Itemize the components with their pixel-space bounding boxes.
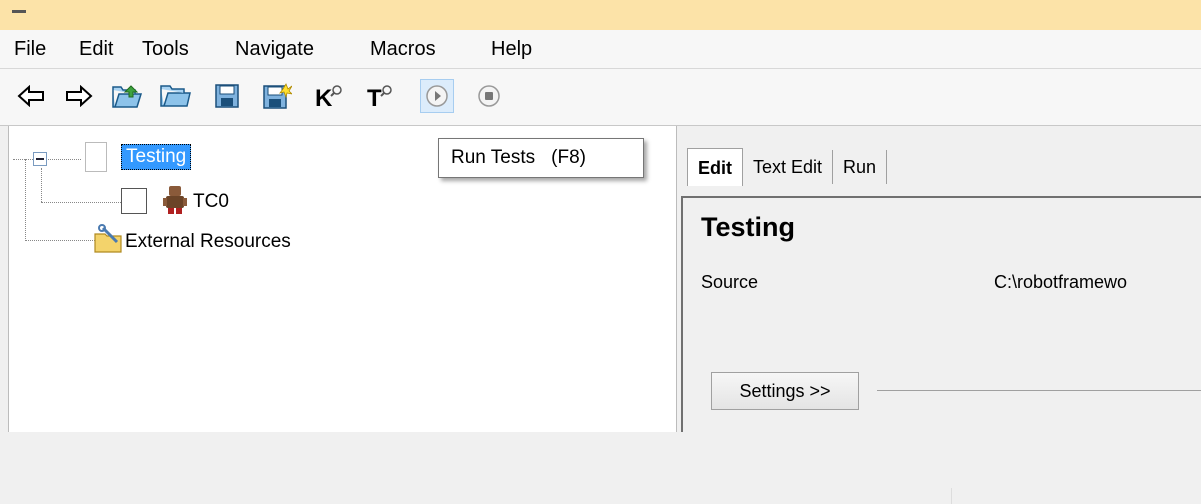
tree-item-suite[interactable]: Testing <box>121 144 192 170</box>
window-titlebar <box>0 0 1201 31</box>
menu-edit[interactable]: Edit <box>77 37 115 61</box>
tree-connector <box>25 159 26 241</box>
tree-connector <box>41 202 121 203</box>
menu-file[interactable]: File <box>12 37 48 61</box>
settings-button[interactable]: Settings >> <box>711 372 859 410</box>
suite-label[interactable]: Testing <box>121 144 192 170</box>
folder-icon[interactable] <box>158 79 192 113</box>
search-keywords-icon[interactable]: K <box>312 79 346 113</box>
menu-bar: File Edit Tools Navigate Macros Help <box>0 30 1201 69</box>
external-resources-label[interactable]: External Resources <box>125 230 291 254</box>
robot-icon <box>163 186 187 214</box>
menu-macros[interactable]: Macros <box>368 37 438 61</box>
tree-connector <box>13 159 33 160</box>
save-icon[interactable] <box>210 79 244 113</box>
back-arrow-icon[interactable] <box>14 79 48 113</box>
run-tests-tooltip: Run Tests (F8) <box>438 138 644 178</box>
tooltip-shortcut: (F8) <box>551 147 586 168</box>
settings-divider <box>877 390 1201 391</box>
svg-text:T: T <box>367 85 382 110</box>
tree-connector <box>25 240 95 241</box>
tab-text-edit[interactable]: Text Edit <box>743 150 834 184</box>
resources-folder-icon <box>94 224 122 253</box>
editor-tabs: Edit Text Edit Run <box>687 148 888 186</box>
open-folder-icon[interactable] <box>110 79 144 113</box>
testcase-label[interactable]: TC0 <box>193 190 229 214</box>
tree-item-testcase[interactable]: TC0 <box>193 190 229 214</box>
source-path: C:\robotframewo <box>994 272 1128 292</box>
editor-panel: Edit Text Edit Run Testing Source C:\rob… <box>676 126 1201 504</box>
tab-run[interactable]: Run <box>833 150 888 184</box>
search-tests-icon[interactable]: T <box>364 79 398 113</box>
app-icon <box>12 10 26 13</box>
svg-text:K: K <box>315 85 333 110</box>
testcase-checkbox[interactable] <box>121 188 147 214</box>
edit-tab-content: Testing Source C:\robotframewo Settings … <box>681 196 1201 504</box>
menu-navigate[interactable]: Navigate <box>233 37 316 61</box>
tab-edit[interactable]: Edit <box>687 148 743 186</box>
stop-icon[interactable] <box>472 79 506 113</box>
menu-help[interactable]: Help <box>489 37 534 61</box>
suite-title: Testing <box>701 212 795 242</box>
tree-connector <box>41 159 81 160</box>
tree-item-external-resources[interactable]: External Resources <box>125 230 291 254</box>
menu-tools[interactable]: Tools <box>140 37 191 61</box>
run-tests-icon[interactable] <box>420 79 454 113</box>
divider <box>951 488 952 504</box>
source-label: Source <box>701 272 759 292</box>
tooltip-label: Run Tests <box>451 147 536 168</box>
collapse-toggle-icon[interactable] <box>33 152 47 166</box>
save-all-icon[interactable] <box>260 79 294 113</box>
tree-connector <box>41 168 42 202</box>
forward-arrow-icon[interactable] <box>62 79 96 113</box>
suite-file-icon <box>85 142 107 172</box>
toolbar: K T <box>0 69 1201 126</box>
